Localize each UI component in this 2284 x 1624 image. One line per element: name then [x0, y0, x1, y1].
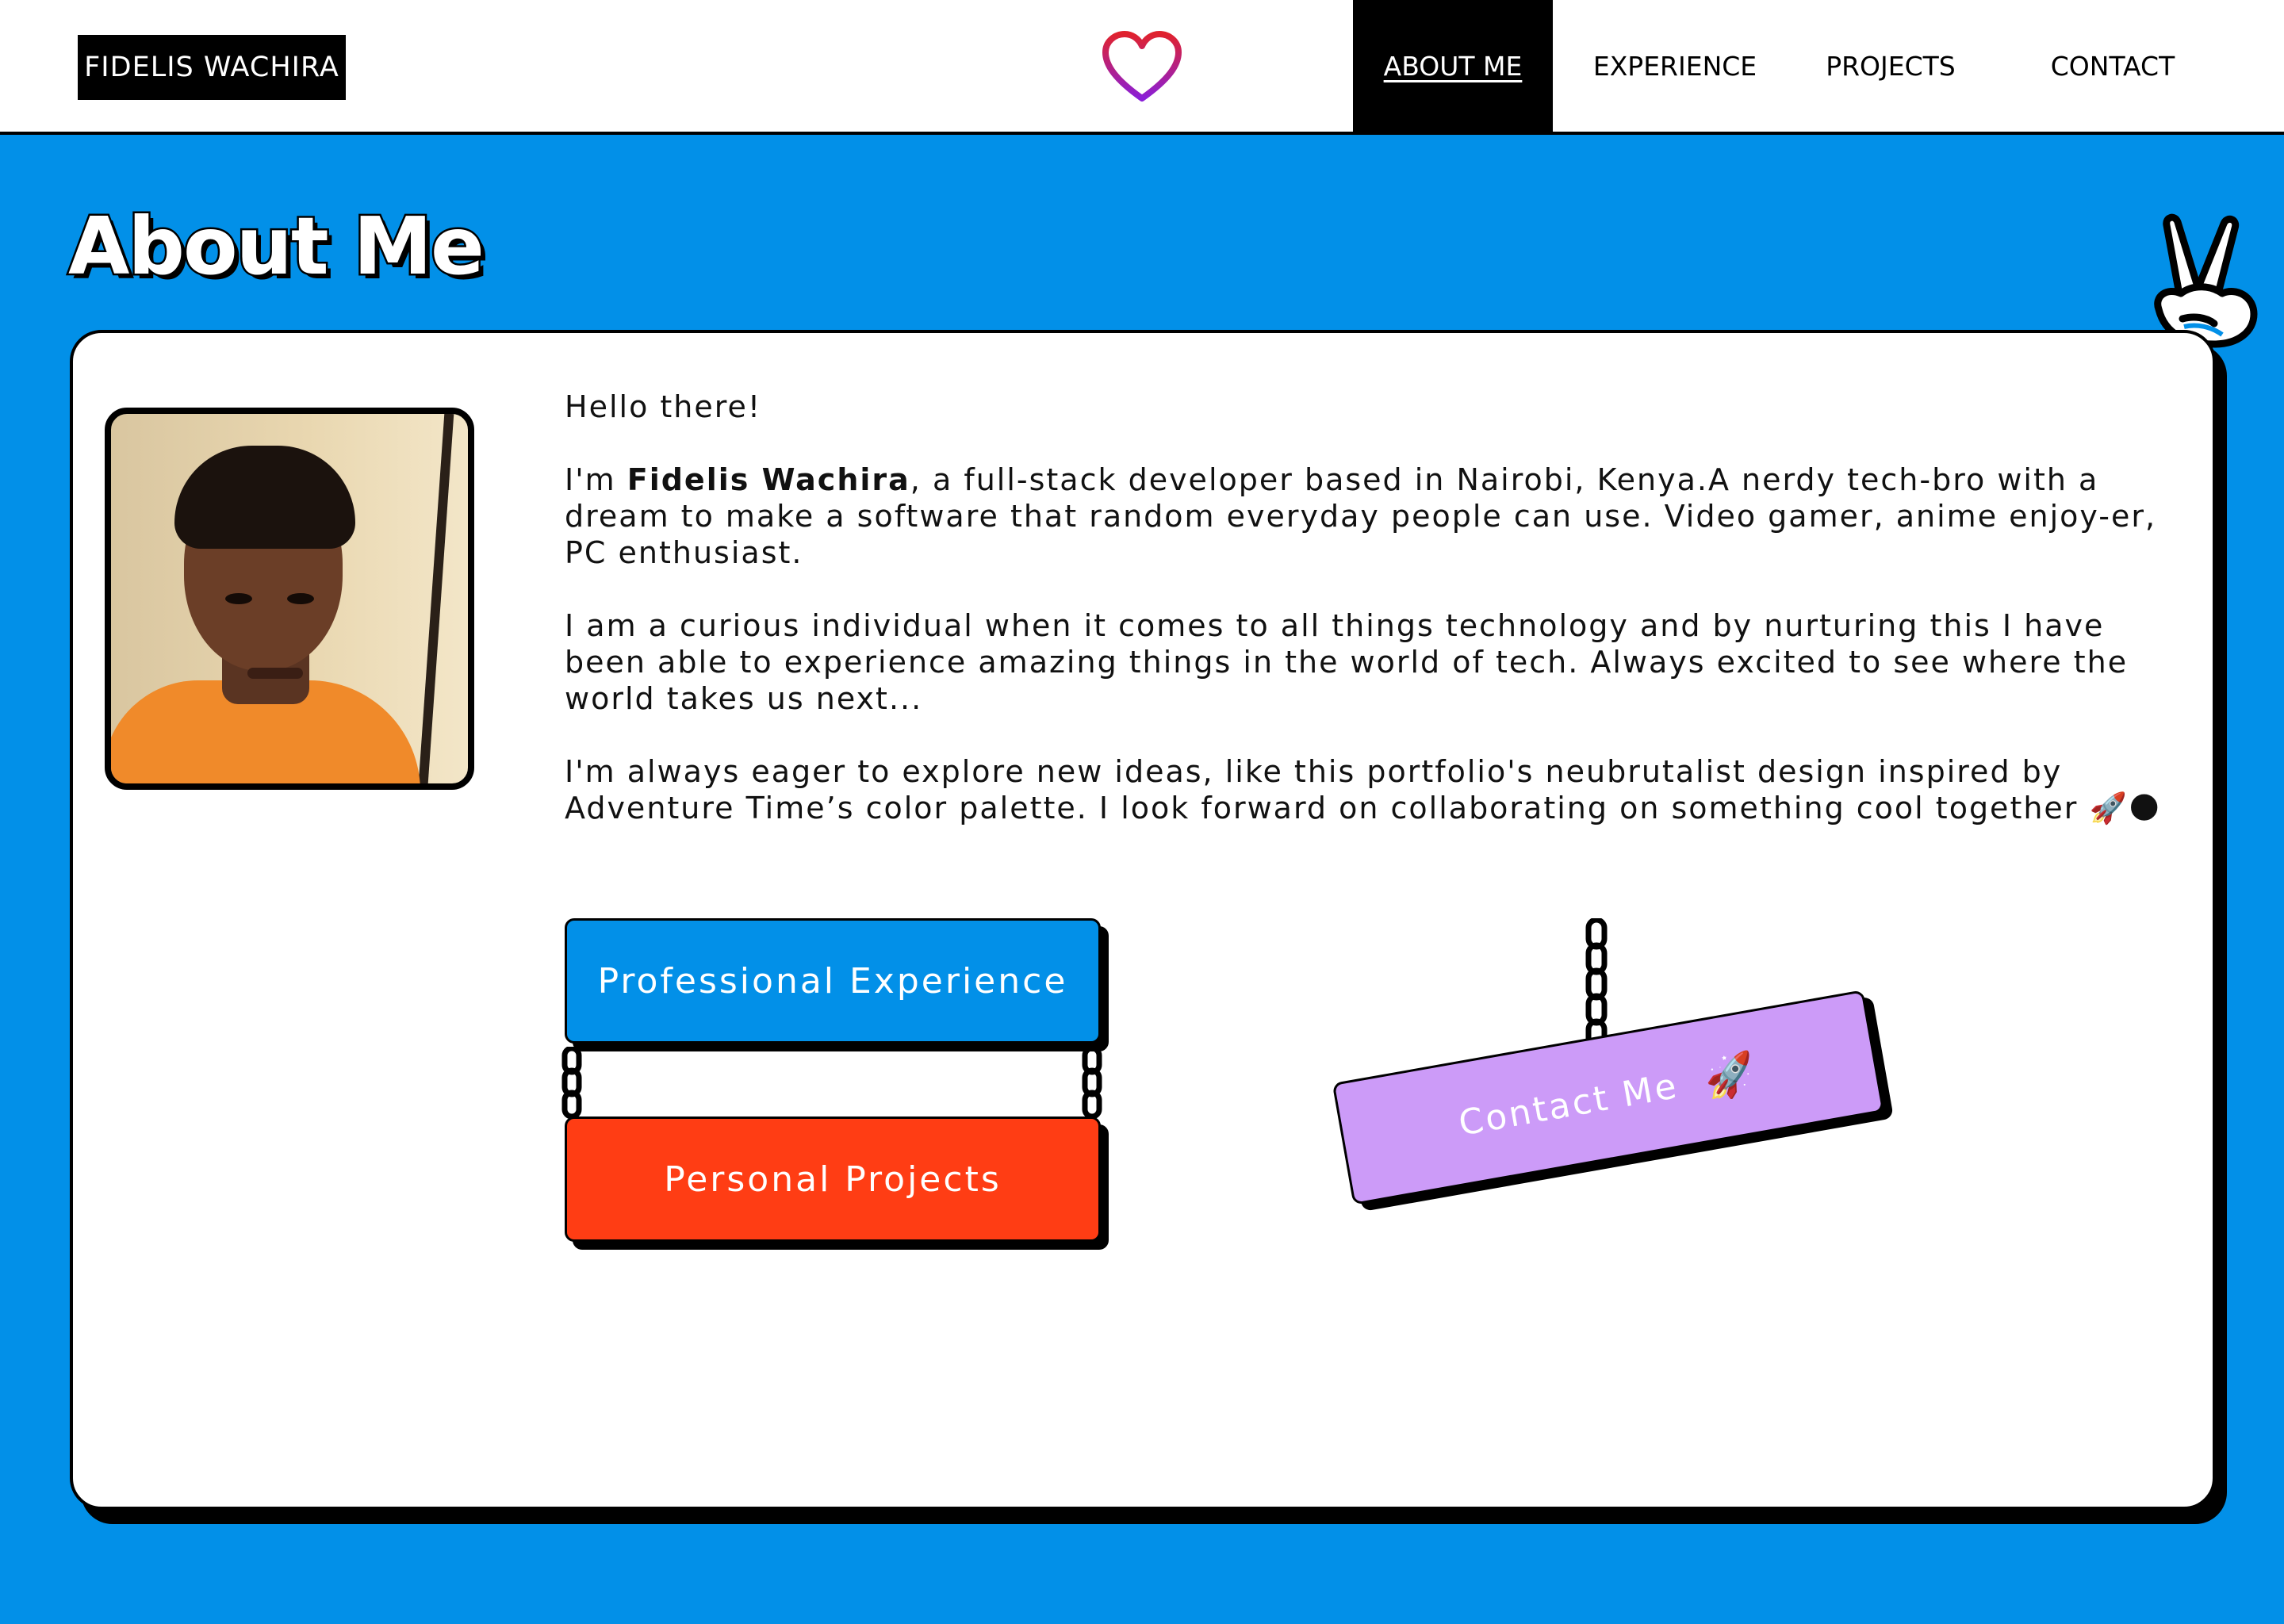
chain-icon	[561, 1047, 582, 1120]
bio-intro: I'm Fidelis Wachira, a full-stack develo…	[565, 462, 2167, 571]
contact-me-label: Contact Me	[1455, 1065, 1682, 1144]
nav-item-about-me[interactable]: ABOUT ME	[1353, 0, 1553, 132]
heart-icon[interactable]	[1101, 30, 1183, 105]
professional-experience-button[interactable]: Professional Experience	[565, 918, 1101, 1044]
nav-item-experience[interactable]: EXPERIENCE	[1554, 0, 1795, 132]
bio-greeting: Hello there!	[565, 389, 762, 424]
bio-name: Fidelis Wachira	[627, 462, 910, 497]
about-card: Hello there! I'm Fidelis Wachira, a full…	[70, 330, 2216, 1510]
peace-hand-icon	[2135, 208, 2270, 350]
navbar: FIDELIS WACHIRA ABOUT ME EXPERIENCE PROJ…	[0, 0, 2284, 135]
chain-icon	[1082, 1047, 1102, 1120]
brand-logo[interactable]: FIDELIS WACHIRA	[78, 35, 346, 100]
personal-projects-button[interactable]: Personal Projects	[565, 1116, 1101, 1242]
nav-item-projects[interactable]: PROJECTS	[1795, 0, 1986, 132]
bio-paragraph-2: I am a curious individual when it comes …	[565, 608, 2129, 716]
nav-item-contact[interactable]: CONTACT	[2014, 0, 2211, 132]
bio-text: Hello there! I'm Fidelis Wachira, a full…	[565, 389, 2167, 863]
profile-photo	[105, 408, 474, 790]
rocket-icon: 🚀	[1700, 1048, 1762, 1105]
bio-paragraph-3: I'm always eager to explore new ideas, l…	[565, 754, 2162, 825]
bio-intro-prefix: I'm	[565, 462, 627, 497]
contact-me-button[interactable]: Contact Me 🚀	[1332, 990, 1885, 1205]
page-title: About Me	[67, 198, 487, 295]
